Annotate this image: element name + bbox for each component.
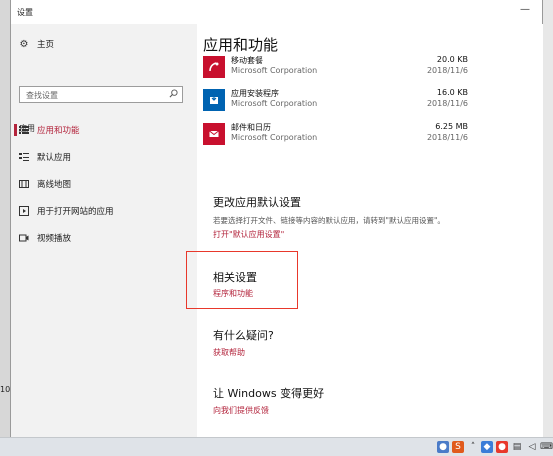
tray-app-icon[interactable]: ● [496,441,508,453]
sidebar-item-label: 应用和功能 [37,126,80,136]
background-window-edge-right [543,0,553,437]
feedback-link[interactable]: 向我们提供反馈 [213,405,269,416]
background-window-edge: 10 [0,0,10,437]
app-publisher: Microsoft Corporation [231,66,318,75]
highlight-annotation [186,251,298,309]
minimize-button[interactable]: — [520,4,530,15]
app-date: 2018/11/6 [426,99,468,108]
sidebar-item-apps-for-websites[interactable]: 用于打开网站的应用 [11,200,197,222]
tray-app-icon[interactable]: S [452,441,464,453]
search-placeholder: 查找设置 [26,91,58,100]
question-heading: 有什么疑问? [213,329,274,342]
taskbar: ● S ˄ ◆ ● ▤ ◁ ⌨ [0,437,553,456]
title-bar: 设置 — [11,0,542,24]
window-title: 设置 [17,8,33,17]
get-help-link[interactable]: 获取帮助 [213,347,245,358]
search-icon [169,89,178,101]
sidebar-item-apps-features[interactable]: 应用和功能 [11,119,197,141]
sidebar-item-label: 离线地图 [37,180,72,190]
app-installer-icon [203,89,225,111]
sidebar-item-label: 默认应用 [37,153,72,163]
tray-chevron-icon[interactable]: ˄ [467,441,479,453]
apps-features-icon [11,125,37,135]
mail-calendar-icon [203,123,225,145]
default-settings-heading: 更改应用默认设置 [213,196,301,209]
search-input[interactable]: 查找设置 [19,86,183,103]
improve-windows-heading: 让 Windows 变得更好 [213,387,325,400]
app-list-item[interactable]: 移动套餐 Microsoft Corporation 20.0 KB 2018/… [203,54,468,82]
sidebar-item-label: 视频播放 [37,234,72,244]
home-nav-item[interactable]: ⚙ 主页 [11,33,197,55]
sidebar-item-video-playback[interactable]: 视频播放 [11,227,197,249]
app-name: 应用安装程序 [231,89,279,98]
default-settings-description: 若要选择打开文件、链接等内容的默认应用，请转到"默认应用设置"。 [213,216,445,225]
app-list-item[interactable]: 应用安装程序 Microsoft Corporation 16.0 KB 201… [203,87,468,115]
gear-icon: ⚙ [19,38,29,50]
app-list-item[interactable]: 邮件和日历 Microsoft Corporation 6.25 MB 2018… [203,121,468,149]
tray-app-icon[interactable]: ● [437,441,449,453]
offline-maps-icon [11,179,37,189]
network-icon[interactable]: ▤ [511,441,523,453]
tray-app-icon[interactable]: ◆ [481,441,493,453]
page-title: 应用和功能 [203,36,279,54]
main-content: 应用和功能 移动套餐 Microsoft Corporation 20.0 KB… [197,24,543,437]
app-publisher: Microsoft Corporation [231,133,318,142]
app-name: 移动套餐 [231,56,263,65]
default-apps-icon [11,152,37,162]
home-label: 主页 [37,40,55,50]
apps-for-websites-icon [11,206,37,216]
video-playback-icon [11,233,37,243]
app-name: 邮件和日历 [231,123,271,132]
sidebar-item-default-apps[interactable]: 默认应用 [11,146,197,168]
sidebar-item-offline-maps[interactable]: 离线地图 [11,173,197,195]
app-date: 2018/11/6 [426,66,468,75]
volume-icon[interactable]: ◁ [526,441,538,453]
sidebar: ⚙ 主页 查找设置 应用 应用和功能 默认应用 离线地图 用于打开网站的应用 视… [11,24,197,437]
app-size: 6.25 MB [435,122,468,131]
sidebar-item-label: 用于打开网站的应用 [37,207,114,217]
app-date: 2018/11/6 [426,133,468,142]
mobile-plans-icon [203,56,225,78]
app-size: 16.0 KB [436,88,468,97]
app-size: 20.0 KB [436,55,468,64]
settings-window: 设置 — ⚙ 主页 查找设置 应用 应用和功能 默认应用 离线地图 用于打开网站… [10,0,543,437]
app-publisher: Microsoft Corporation [231,99,318,108]
open-default-apps-link[interactable]: 打开"默认应用设置" [213,229,284,240]
keyboard-icon[interactable]: ⌨ [540,441,553,453]
